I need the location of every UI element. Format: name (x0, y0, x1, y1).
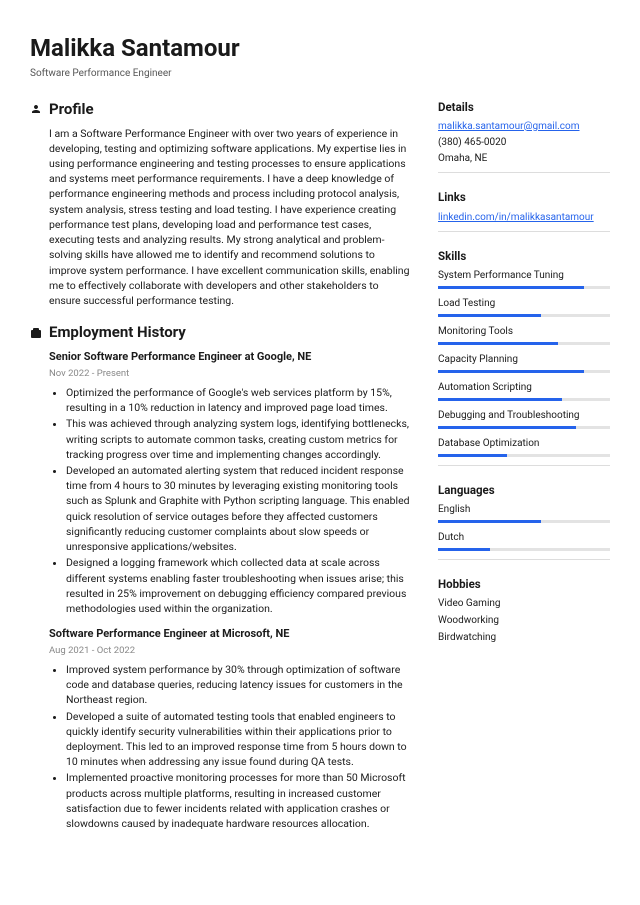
skill-item: Database Optimization (438, 437, 610, 457)
skill-item: Debugging and Troubleshooting (438, 409, 610, 429)
job-entry: Senior Software Performance Engineer at … (30, 349, 412, 616)
languages-section: Languages English Dutch (438, 482, 610, 560)
hobbies-section: Hobbies Video Gaming Woodworking Birdwatch… (438, 576, 610, 645)
job-dates: Aug 2021 - Oct 2022 (49, 644, 412, 657)
skill-item-name: System Performance Tuning (438, 269, 610, 283)
job-bullet: This was achieved through analyzing syst… (66, 416, 412, 462)
language-item: English (438, 503, 610, 523)
links-heading: Links (438, 189, 610, 205)
skill-item-name: Capacity Planning (438, 353, 610, 367)
skill-item: Capacity Planning (438, 353, 610, 373)
job-bullet: Implemented proactive monitoring process… (66, 770, 412, 831)
skills-section: Skills System Performance Tuning Load Tes… (438, 248, 610, 466)
person-title: Software Performance Engineer (30, 67, 610, 81)
links-section: Links linkedin.com/in/malikkasantamour (438, 189, 610, 232)
hobbies-heading: Hobbies (438, 576, 610, 592)
skill-item: System Performance Tuning (438, 269, 610, 289)
skill-item-name: Database Optimization (438, 437, 610, 451)
resume-header: Malikka Santamour Software Performance E… (30, 32, 610, 81)
skill-item-name: Load Testing (438, 297, 610, 311)
details-heading: Details (438, 99, 610, 115)
job-bullet: Designed a logging framework which colle… (66, 555, 412, 616)
profile-heading: Profile (49, 99, 94, 120)
skill-item: Load Testing (438, 297, 610, 317)
job-title: Software Performance Engineer at Microso… (49, 626, 412, 641)
language-item: Dutch (438, 531, 610, 551)
job-bullet: Developed a suite of automated testing t… (66, 709, 412, 770)
details-section: Details malikka.santamour@gmail.com (380… (438, 99, 610, 173)
profile-icon (30, 103, 42, 115)
languages-heading: Languages (438, 482, 610, 498)
hobby-item: Birdwatching (438, 631, 610, 645)
profile-section: Profile I am a Software Performance Engi… (30, 99, 412, 309)
job-bullet: Improved system performance by 30% throu… (66, 662, 412, 708)
phone-text: (380) 465-0020 (438, 136, 610, 150)
location-text: Omaha, NE (438, 152, 610, 166)
employment-section: Employment History Senior Software Perfo… (30, 322, 412, 831)
profile-text: I am a Software Performance Engineer wit… (30, 126, 412, 309)
skill-item-name: Automation Scripting (438, 381, 610, 395)
skills-heading: Skills (438, 248, 610, 264)
job-dates: Nov 2022 - Present (49, 367, 412, 380)
email-link[interactable]: malikka.santamour@gmail.com (438, 121, 580, 132)
hobby-item: Woodworking (438, 614, 610, 628)
briefcase-icon (30, 327, 42, 339)
language-item-name: Dutch (438, 531, 610, 545)
job-entry: Software Performance Engineer at Microso… (30, 626, 412, 831)
employment-heading: Employment History (49, 322, 186, 343)
link-item[interactable]: linkedin.com/in/malikkasantamour (438, 212, 594, 223)
skill-item: Automation Scripting (438, 381, 610, 401)
job-bullet: Developed an automated alerting system t… (66, 463, 412, 554)
language-item-name: English (438, 503, 610, 517)
skill-item: Monitoring Tools (438, 325, 610, 345)
hobby-item: Video Gaming (438, 597, 610, 611)
skill-item-name: Debugging and Troubleshooting (438, 409, 610, 423)
job-title: Senior Software Performance Engineer at … (49, 349, 412, 364)
person-name: Malikka Santamour (30, 32, 610, 66)
skill-item-name: Monitoring Tools (438, 325, 610, 339)
job-bullet: Optimized the performance of Google's we… (66, 385, 412, 415)
